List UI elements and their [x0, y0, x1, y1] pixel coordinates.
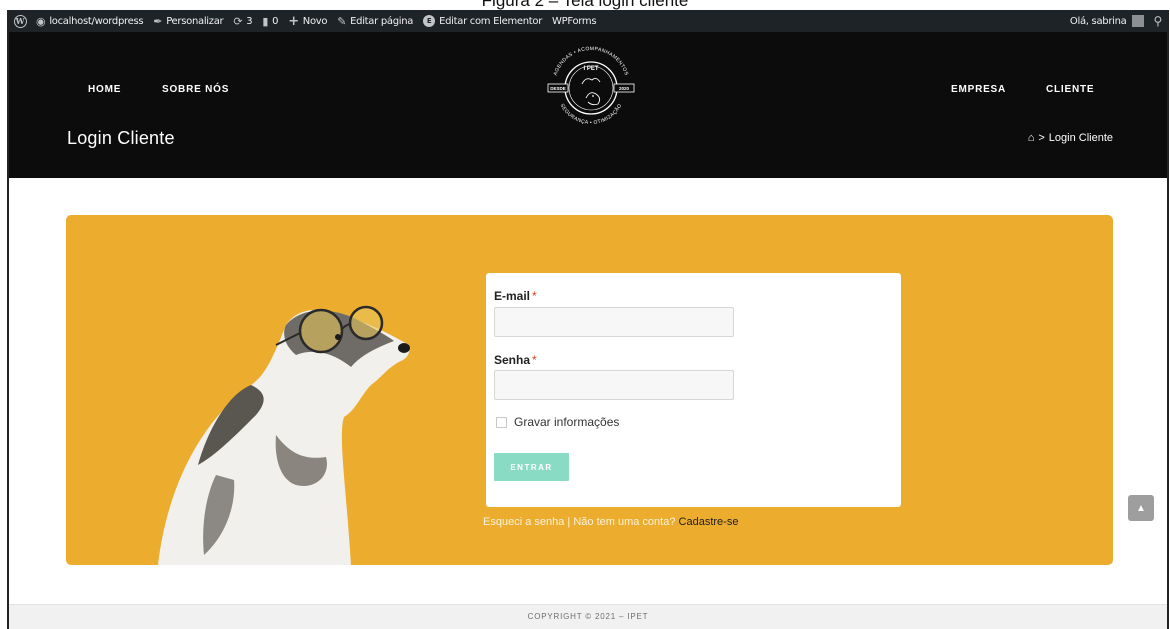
home-icon[interactable]: ⌂ [1028, 132, 1035, 144]
account-links: Esqueci a senha | Não tem uma conta? Cad… [483, 516, 738, 528]
svg-text:AGENDAS • ACOMPANHAMENTOS: AGENDAS • ACOMPANHAMENTOS [553, 46, 630, 77]
nav-home[interactable]: HOME [88, 84, 121, 95]
email-field[interactable] [494, 307, 734, 337]
nav-about[interactable]: SOBRE NÓS [162, 84, 229, 95]
remember-label: Gravar informações [514, 415, 620, 429]
frame-border-right [1167, 10, 1169, 629]
site-footer: COPYRIGHT © 2021 – IPET [9, 604, 1167, 629]
required-mark: * [532, 289, 537, 303]
password-label: Senha * [494, 353, 537, 367]
wordpress-menu[interactable]: W [9, 10, 31, 32]
nav-client[interactable]: CLIENTE [1046, 84, 1094, 95]
comment-icon: ▮ [262, 14, 269, 28]
remember-checkbox[interactable] [496, 416, 507, 428]
dashboard-icon: ◉ [36, 14, 46, 28]
edit-page-label: Editar página [350, 15, 414, 27]
updates-count: 3 [246, 15, 253, 27]
email-label: E-mail * [494, 289, 537, 303]
admin-comments-link[interactable]: ▮ 0 [257, 10, 283, 32]
new-label: Novo [302, 15, 328, 27]
site-header: HOME SOBRE NÓS EMPRESA CLIENTE AGENDAS •… [9, 32, 1167, 178]
admin-wpforms-link[interactable]: WPForms [547, 10, 601, 32]
plus-icon: + [288, 13, 299, 29]
remember-option[interactable]: Gravar informações [496, 415, 619, 429]
admin-edit-page-link[interactable]: ✎ Editar página [332, 10, 418, 32]
login-form: E-mail * Senha * Gravar informações ENTRAR [486, 273, 901, 507]
nav-company[interactable]: EMPRESA [951, 84, 1006, 95]
password-field[interactable] [494, 370, 734, 400]
logo-top-text: AGENDAS • ACOMPANHAMENTOS [553, 46, 629, 77]
pencil-icon: ✎ [337, 14, 347, 28]
admin-customize-link[interactable]: ✒ Personalizar [148, 10, 228, 32]
no-account-text: Não tem uma conta? [573, 516, 676, 528]
wordpress-logo-icon: W [13, 14, 27, 28]
search-icon: ⚲ [1153, 14, 1163, 28]
page-title: Login Cliente [67, 128, 175, 148]
admin-elementor-link[interactable]: E Editar com Elementor [418, 10, 547, 32]
logo-right-tag: 2020 [619, 86, 630, 91]
email-label-text: E-mail [494, 289, 531, 303]
admin-bar: W ◉ localhost/wordpress ✒ Personalizar ⟳… [9, 10, 1167, 32]
breadcrumb: ⌂ > Login Cliente [1028, 132, 1113, 144]
password-label-text: Senha [494, 353, 531, 367]
avatar [1131, 15, 1144, 27]
admin-site-link[interactable]: ◉ localhost/wordpress [31, 10, 148, 32]
login-section: E-mail * Senha * Gravar informações ENTRAR… [66, 215, 1113, 565]
scroll-to-top-button[interactable]: ▲ [1128, 495, 1154, 521]
admin-account-menu[interactable]: Olá, sabrina [1065, 10, 1149, 32]
updates-icon: ⟳ [233, 14, 243, 28]
required-mark: * [532, 353, 537, 367]
comments-count: 0 [272, 15, 279, 27]
links-separator: | [567, 516, 571, 528]
greeting-label: Olá, sabrina [1069, 15, 1127, 27]
chevron-up-icon: ▲ [1136, 502, 1146, 514]
brush-icon: ✒ [153, 14, 163, 28]
breadcrumb-separator: > [1038, 132, 1045, 144]
site-logo[interactable]: AGENDAS • ACOMPANHAMENTOS SEGURANÇA • OT… [536, 40, 646, 132]
logo-brand: I PET [583, 66, 598, 72]
elementor-label: Editar com Elementor [439, 15, 543, 27]
customize-label: Personalizar [166, 15, 224, 27]
admin-updates-link[interactable]: ⟳ 3 [228, 10, 257, 32]
forgot-password-link[interactable]: Esqueci a senha [483, 516, 564, 528]
copyright-text: COPYRIGHT © 2021 – IPET [527, 612, 649, 621]
wpforms-label: WPForms [552, 15, 597, 27]
admin-search-button[interactable]: ⚲ [1149, 10, 1168, 32]
figure-caption: Figura 2 – Tela login cliente [0, 0, 1170, 10]
site-name: localhost/wordpress [49, 15, 144, 27]
admin-new-link[interactable]: + Novo [283, 10, 332, 32]
dog-with-glasses-image [158, 305, 410, 565]
register-link[interactable]: Cadastre-se [679, 516, 739, 528]
elementor-icon: E [423, 15, 436, 27]
logo-left-tag: DESDE [550, 86, 566, 91]
login-button[interactable]: ENTRAR [494, 453, 569, 481]
breadcrumb-current: Login Cliente [1048, 132, 1113, 144]
